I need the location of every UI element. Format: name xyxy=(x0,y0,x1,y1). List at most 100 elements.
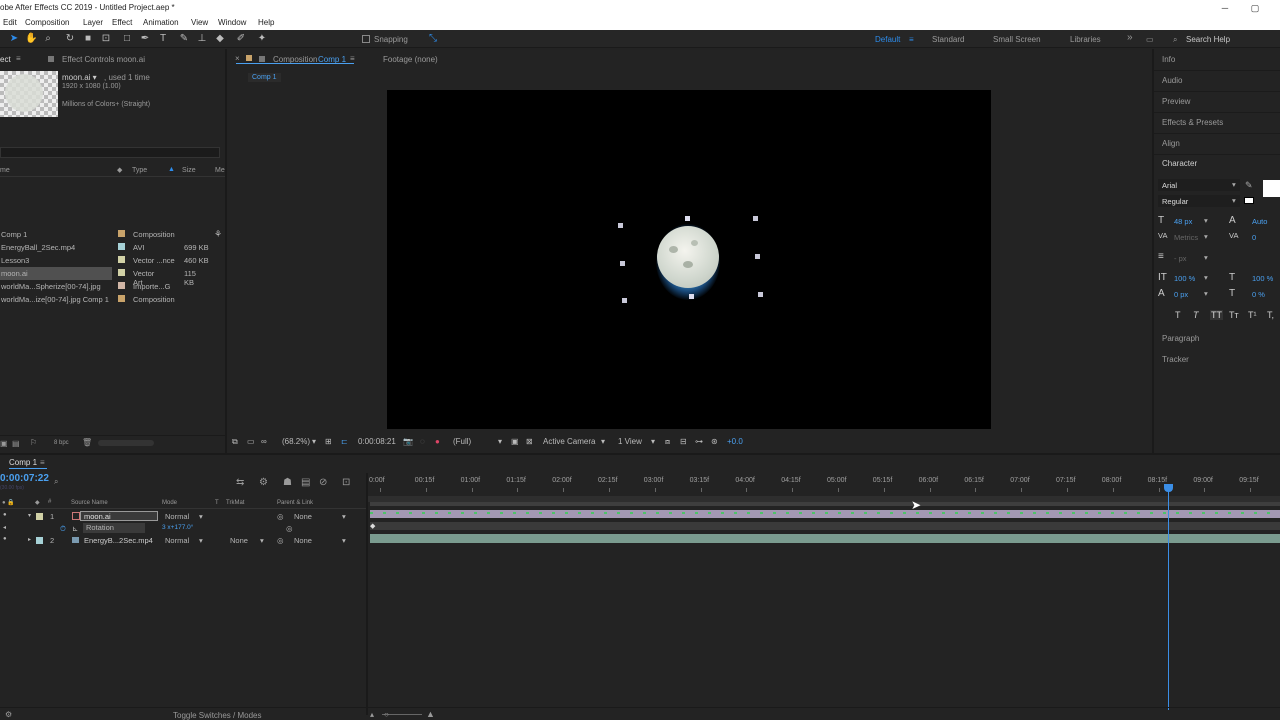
zoom-in-icon[interactable]: ▲ xyxy=(426,709,435,719)
comp-canvas[interactable] xyxy=(387,90,991,429)
workspace-standard[interactable]: Standard xyxy=(932,35,964,44)
rotation-value[interactable]: 3 x+177.0° xyxy=(162,524,193,531)
eyedropper-icon[interactable]: ✎ xyxy=(1245,180,1253,191)
reset-exposure-icon[interactable]: ⊛ xyxy=(711,437,718,446)
parent-dropdown[interactable]: None xyxy=(294,512,312,521)
composition-flowchart-icon[interactable]: ⇆ xyxy=(236,477,244,488)
rotate-tool-icon[interactable]: ↻ xyxy=(64,33,76,45)
chevron-down-icon[interactable]: ▾ xyxy=(312,437,316,446)
layer-handle[interactable] xyxy=(622,298,627,303)
chevron-down-icon[interactable]: ▾ xyxy=(1232,196,1236,205)
tracker-panel-header[interactable]: Tracker xyxy=(1162,355,1189,364)
comp-breadcrumb[interactable]: Comp 1 xyxy=(248,73,281,82)
faux-italic-button[interactable]: T xyxy=(1193,310,1199,320)
right-panel-item[interactable]: Audio xyxy=(1162,76,1182,85)
grid-icon[interactable]: ⊞ xyxy=(325,437,332,446)
vertical-scale-value[interactable]: 100 % xyxy=(1174,274,1195,283)
more-workspaces-icon[interactable]: » xyxy=(1127,32,1133,43)
rotation-property-row[interactable]: ◂ ⏱ ⊾ Rotation 3 x+177.0° ◎ xyxy=(0,522,366,534)
col-name[interactable]: me xyxy=(0,167,10,174)
current-time[interactable]: 0:00:08:21 xyxy=(358,437,396,446)
menu-animation[interactable]: Animation xyxy=(143,18,179,27)
menu-composition[interactable]: Composition xyxy=(25,18,69,27)
magnification-dropdown[interactable]: (68.2%) xyxy=(282,437,310,446)
panel-menu-icon[interactable]: ≡ xyxy=(16,54,21,63)
faux-bold-button[interactable]: T xyxy=(1175,310,1181,320)
moon-layer[interactable] xyxy=(657,226,719,288)
mode-col[interactable]: Mode xyxy=(162,500,177,506)
rectangle-tool-icon[interactable]: □ xyxy=(121,33,133,45)
always-preview-icon[interactable]: ⧉ xyxy=(232,437,238,447)
small-caps-button[interactable]: Tт xyxy=(1229,310,1239,320)
menu-effect[interactable]: Effect xyxy=(112,18,132,27)
menu-window[interactable]: Window xyxy=(218,18,246,27)
zoom-tool-icon[interactable]: ⌕ xyxy=(42,33,54,45)
camera-tool-icon[interactable]: ■ xyxy=(82,33,94,45)
search-help-input[interactable]: Search Help xyxy=(1186,35,1230,44)
new-comp-icon[interactable]: ⚐ xyxy=(30,438,37,447)
zoom-slider-handle[interactable]: ○ xyxy=(384,710,389,719)
hand-tool-icon[interactable]: ✋ xyxy=(25,33,37,45)
pickwhip-icon[interactable]: ◎ xyxy=(277,512,284,521)
layer-handle[interactable] xyxy=(685,216,690,221)
graph-editor-icon[interactable]: ⊡ xyxy=(342,477,350,488)
tsume-value[interactable]: 0 % xyxy=(1252,290,1265,299)
playhead-handle[interactable] xyxy=(1164,484,1173,492)
layer-handle[interactable] xyxy=(758,292,763,297)
keyframe-nav-icon[interactable]: ◂ xyxy=(3,524,6,531)
t-col[interactable]: T xyxy=(215,500,219,506)
panel-toggle-icon[interactable]: ▭ xyxy=(1146,35,1154,44)
interpret-footage-icon[interactable]: ▣ xyxy=(0,439,8,448)
project-search-input[interactable] xyxy=(0,147,220,158)
baseline-shift-value[interactable]: 0 px xyxy=(1174,290,1188,299)
roto-brush-tool-icon[interactable]: ✐ xyxy=(235,33,247,45)
transparency-grid-icon[interactable]: ⊠ xyxy=(526,437,533,446)
right-panel-item[interactable]: Align xyxy=(1162,139,1180,148)
layer-handle[interactable] xyxy=(689,294,694,299)
timeline-tab[interactable]: Comp 1 xyxy=(9,458,37,467)
right-panel-item[interactable]: Character xyxy=(1162,159,1197,168)
timeline-icon[interactable]: ⊟ xyxy=(680,437,687,446)
view-layout-dropdown[interactable]: 1 View xyxy=(618,437,642,446)
new-folder-icon[interactable]: ▤ xyxy=(12,439,20,448)
exposure-value[interactable]: +0.0 xyxy=(727,437,743,446)
puppet-tool-icon[interactable]: ✦ xyxy=(256,33,268,45)
chevron-down-icon[interactable]: ▾ xyxy=(1204,216,1208,225)
trkmat-col[interactable]: TrkMat xyxy=(226,500,244,506)
lock-icon[interactable] xyxy=(48,56,54,62)
swap-color-icon[interactable] xyxy=(1244,197,1254,204)
project-item[interactable]: Lesson3 Vector ...nce 460 KB xyxy=(0,254,222,267)
expand-layer-switches-icon[interactable]: ⚙ xyxy=(5,710,12,719)
blend-mode-dropdown[interactable]: Normal xyxy=(165,536,189,545)
source-name-col[interactable]: Source Name xyxy=(71,500,108,506)
subscript-button[interactable]: T, xyxy=(1267,310,1274,320)
visibility-icon[interactable]: ● xyxy=(3,536,7,542)
monitor-icon[interactable]: ▭ xyxy=(247,437,255,446)
chevron-down-icon[interactable]: ▾ xyxy=(1204,253,1208,262)
collapse-chevron-icon[interactable]: ▾ xyxy=(28,512,31,519)
time-ruler[interactable]: 0:00f 00:15f 01:00f 01:15f 02:00f 02:15f 03:00… xyxy=(368,477,1280,495)
layer-handle[interactable] xyxy=(755,254,760,259)
horizontal-scale-value[interactable]: 100 % xyxy=(1252,274,1273,283)
selection-tool-icon[interactable]: ➤ xyxy=(8,33,20,45)
bpc-label[interactable]: 8 bpc xyxy=(54,440,69,446)
show-snapshot-icon[interactable]: ◌ xyxy=(420,437,425,446)
right-panel-item[interactable]: Preview xyxy=(1162,97,1190,106)
label-col-icon[interactable]: ◆ xyxy=(35,499,40,506)
menu-layer[interactable]: Layer xyxy=(83,18,103,27)
menu-help[interactable]: Help xyxy=(258,18,274,27)
menu-edit[interactable]: Edit xyxy=(3,18,17,27)
camera-view-dropdown[interactable]: Active Camera xyxy=(543,437,595,446)
label-color-swatch[interactable] xyxy=(118,256,125,263)
workspace-menu-icon[interactable]: ≡ xyxy=(909,35,914,44)
label-col-icon[interactable]: ◆ xyxy=(117,166,122,174)
stroke-width-value[interactable]: - px xyxy=(1174,254,1187,263)
font-size-value[interactable]: 48 px xyxy=(1174,217,1192,226)
delete-icon[interactable]: 🗑 xyxy=(82,438,92,447)
current-time-indicator[interactable] xyxy=(1168,484,1169,710)
visibility-icon[interactable]: ● xyxy=(3,512,7,518)
keyframe-icon[interactable]: ◆ xyxy=(370,522,375,530)
draft-3d-icon[interactable]: ⚙ xyxy=(259,477,268,488)
layer-bar-2[interactable] xyxy=(370,534,1280,543)
layer-row-1[interactable]: ● ▾ 1 moon.ai Normal ▾ ◎ None ▾ xyxy=(0,510,366,522)
